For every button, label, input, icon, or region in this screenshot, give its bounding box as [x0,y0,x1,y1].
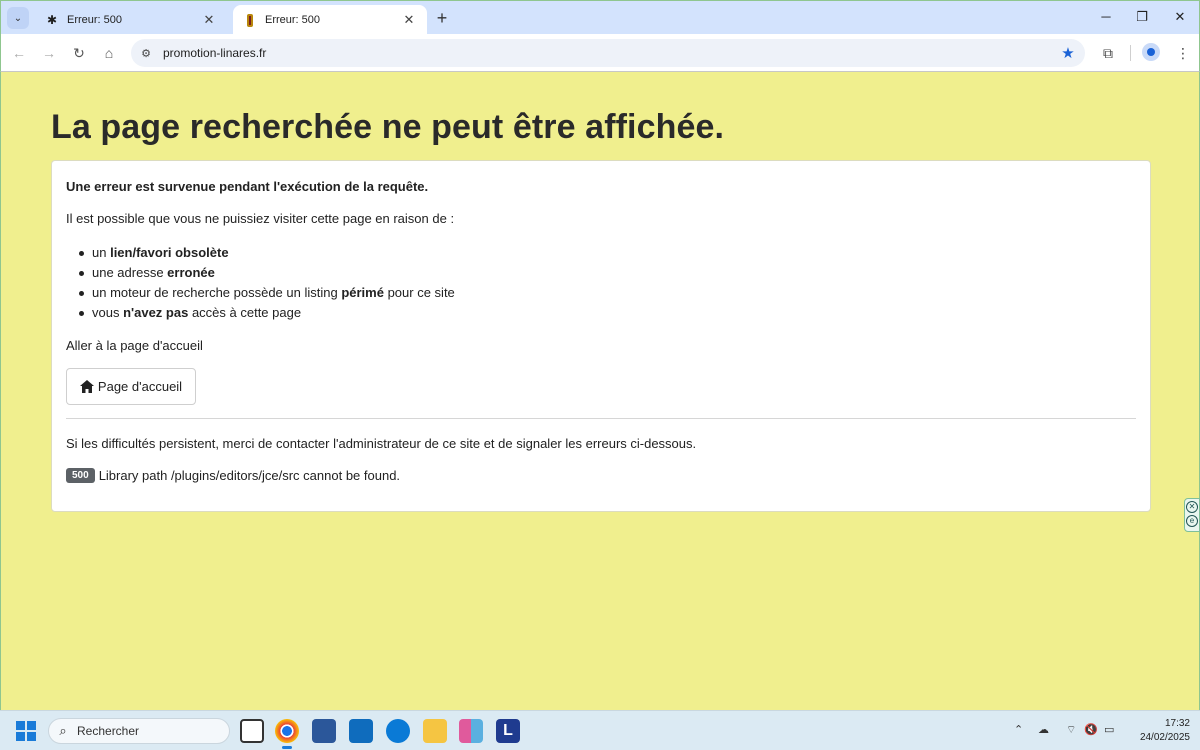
error-intro: Il est possible que vous ne puissiez vis… [66,211,455,226]
error-card: Une erreur est survenue pendant l'exécut… [51,160,1151,512]
error-detail: 500 Library path /plugins/editors/jce/sr… [66,468,400,483]
site-info-icon[interactable]: ⚙ [139,47,153,60]
back-arrow-icon[interactable]: ← [9,43,29,63]
tab-2[interactable]: Erreur: 500 ✕ [233,5,427,35]
windows-start-icon[interactable] [16,721,36,741]
clock-date: 24/02/2025 [1139,732,1190,743]
battery-icon[interactable]: ▭ [1104,723,1114,736]
cloud-icon[interactable]: ☁ [1038,723,1049,736]
forward-arrow-icon[interactable]: → [39,43,59,63]
app-circle-icon[interactable] [386,719,410,743]
url-text[interactable]: promotion-linares.fr [163,46,1057,60]
bookmark-star-icon[interactable]: ★ [1057,44,1079,62]
web-page: La page recherchée ne peut être affichée… [0,72,1200,710]
file-explorer-icon[interactable] [423,719,447,743]
tab-search-chevron-icon[interactable]: ⌄ [7,7,29,29]
reason-item: un lien/favori obsolète [66,243,455,263]
home-page-button-label: Page d'accueil [97,379,183,394]
error-lead: Une erreur est survenue pendant l'exécut… [66,179,429,194]
clock-time: 17:32 [1164,718,1190,729]
page-title: La page recherchée ne peut être affichée… [51,108,725,146]
clock[interactable]: 17:32 24/02/2025 [1126,717,1190,745]
joomla-favicon-icon: ✱ [46,13,58,27]
taskbar-search[interactable]: ⌕ Rechercher [48,718,230,744]
profile-avatar-icon[interactable] [1142,43,1160,61]
reason-item: vous n'avez pas accès à cette page [66,303,455,323]
tab-2-title: Erreur: 500 [265,14,321,26]
tab-1-title: Erreur: 500 [67,14,123,26]
reasons-list: un lien/favori obsolète une adresse erro… [66,243,455,323]
reason-item: un moteur de recherche possède un listin… [66,283,455,303]
restore-icon[interactable]: ❐ [1127,7,1157,27]
tab-1-close-icon[interactable]: ✕ [201,12,217,28]
l-app-icon[interactable]: L [496,719,520,743]
tab-2-close-icon[interactable]: ✕ [401,12,417,28]
outlook-icon[interactable] [349,719,373,743]
search-icon: ⌕ [59,723,67,738]
home-prompt: Aller à la page d'accueil [66,338,203,353]
home-icon[interactable]: ⌂ [99,43,119,63]
menu-dots-icon[interactable]: ⋮ [1173,43,1193,63]
chrome-icon[interactable] [275,719,299,749]
speaker-muted-icon[interactable]: 🔇 [1084,723,1098,736]
tab-bar: ⌄ ✱ Erreur: 500 ✕ Erreur: 500 ✕ + ─ ❐ ✕ [0,0,1200,35]
tiles-app-icon[interactable] [459,719,483,743]
site-favicon-icon [243,13,257,27]
home-page-button[interactable]: Page d'accueil [66,368,196,405]
taskbar: ⌕ Rechercher L ⌃ ☁ ⌔ 🔇 ▭ 17:32 24/02/202… [0,710,1200,750]
reason-item: une adresse erronée [66,263,455,283]
side-widget[interactable]: ✕ e [1184,498,1200,532]
error-code-badge: 500 [66,468,95,483]
wifi-icon[interactable]: ⌔ [1066,723,1076,737]
minimize-icon[interactable]: ─ [1091,7,1121,27]
widget-close-icon[interactable]: ✕ [1186,501,1198,513]
persist-text: Si les difficultés persistent, merci de … [66,436,697,451]
reload-icon[interactable]: ↻ [69,43,89,63]
toolbar-separator [1130,45,1131,61]
window-close-icon[interactable]: ✕ [1165,7,1195,27]
error-message: Library path /plugins/editors/jce/src ca… [98,468,401,483]
widget-e-icon[interactable]: e [1186,515,1198,527]
extensions-puzzle-icon[interactable]: ⧉ [1098,43,1118,63]
task-view-icon[interactable] [240,719,264,743]
taskbar-search-label: Rechercher [77,724,140,738]
address-bar[interactable]: ⚙ promotion-linares.fr ★ [131,39,1085,67]
tab-1[interactable]: ✱ Erreur: 500 ✕ [35,5,227,35]
browser-toolbar: ← → ↻ ⌂ ⚙ promotion-linares.fr ★ ⧉ ⋮ [0,34,1200,72]
new-tab-plus-icon[interactable]: + [433,9,451,27]
tray-chevron-icon[interactable]: ⌃ [1014,723,1023,736]
store-icon[interactable] [312,719,336,743]
divider [66,418,1136,419]
house-icon [79,380,94,393]
